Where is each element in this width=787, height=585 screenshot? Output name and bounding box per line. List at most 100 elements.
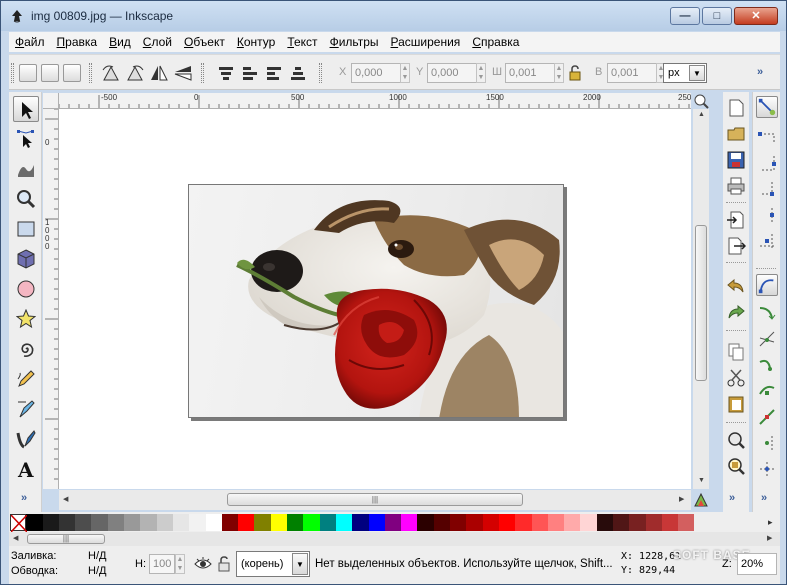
tweak-tool[interactable] [13, 156, 39, 182]
color-swatch[interactable] [580, 513, 597, 531]
zoom-field[interactable]: 20% [737, 553, 777, 575]
color-swatch[interactable] [335, 513, 353, 531]
palette-scroll-thumb[interactable]: ||| [27, 534, 105, 544]
color-swatch[interactable] [450, 513, 467, 531]
raise-to-top-icon[interactable] [217, 64, 235, 82]
vertical-scrollbar[interactable]: ▲ ▼ [693, 109, 709, 489]
lower-icon[interactable] [265, 64, 283, 82]
ellipse-tool[interactable] [13, 276, 39, 302]
undo-icon[interactable] [726, 276, 746, 296]
dog-with-rose-image[interactable] [188, 184, 564, 418]
color-swatch[interactable] [140, 513, 157, 531]
redo-icon[interactable] [726, 302, 746, 322]
lock-proportions-icon[interactable] [568, 64, 582, 82]
calligraphy-tool[interactable] [13, 426, 39, 452]
color-swatch[interactable] [254, 513, 271, 531]
menu-item[interactable]: Текст [287, 35, 317, 49]
color-swatch[interactable] [368, 513, 385, 531]
pencil-tool[interactable] [13, 366, 39, 392]
node-tool[interactable] [13, 126, 39, 152]
color-swatch[interactable] [26, 513, 43, 531]
color-swatch[interactable] [91, 513, 108, 531]
color-swatch[interactable] [401, 513, 418, 531]
3d-box-tool[interactable] [13, 246, 39, 272]
w-field[interactable]: 0,001 [505, 63, 555, 83]
color-swatch[interactable] [645, 513, 662, 531]
menu-item[interactable]: Объект [184, 35, 225, 49]
menu-item[interactable]: Контур [237, 35, 275, 49]
color-swatch[interactable] [287, 513, 304, 531]
menu-item[interactable]: Расширения [391, 35, 461, 49]
vertical-scroll-thumb[interactable] [695, 225, 707, 381]
zoom-fit-icon[interactable] [693, 93, 709, 109]
snap-bbox-edge-icon[interactable] [756, 152, 778, 174]
no-paint-swatch[interactable] [10, 513, 27, 532]
color-swatch[interactable] [270, 513, 288, 531]
color-swatch[interactable] [189, 513, 206, 531]
cms-adjust-icon[interactable] [693, 492, 709, 508]
color-swatch[interactable] [531, 513, 548, 531]
snap-bbox-center-icon[interactable] [756, 230, 778, 252]
rotate-cw-icon[interactable] [125, 64, 145, 82]
color-swatch[interactable] [547, 513, 565, 531]
rectangle-tool[interactable] [13, 216, 39, 242]
horizontal-scrollbar[interactable]: ◀ ||| ▶ [59, 490, 691, 510]
menu-item[interactable]: Слой [143, 35, 172, 49]
color-swatch[interactable] [107, 513, 125, 531]
menu-item[interactable]: Фильтры [330, 35, 379, 49]
snap-smooth-nodes-icon[interactable] [756, 354, 778, 376]
maximize-button[interactable]: □ [702, 7, 732, 25]
color-swatch[interactable] [172, 513, 190, 531]
color-swatch[interactable] [303, 513, 320, 531]
deselect-icon[interactable] [63, 64, 81, 82]
toolbar-overflow-icon[interactable]: » [757, 66, 763, 78]
scroll-right-icon[interactable]: ▶ [679, 495, 684, 503]
copy-icon[interactable] [726, 342, 746, 362]
snap-toggle-icon[interactable] [756, 96, 778, 118]
color-swatch[interactable] [417, 513, 434, 531]
color-swatch[interactable] [661, 513, 679, 531]
palette-menu-icon[interactable]: ▸ [768, 517, 784, 528]
bezier-tool[interactable] [13, 396, 39, 422]
color-swatch[interactable] [596, 513, 613, 531]
color-swatch[interactable] [156, 513, 173, 531]
fill-value[interactable]: Н/Д [88, 550, 106, 562]
snap-nodes-icon[interactable] [756, 274, 778, 296]
palette-scrollbar[interactable]: ◀ ||| ▶ [9, 532, 780, 546]
new-document-icon[interactable] [726, 98, 746, 118]
lower-to-bottom-icon[interactable] [289, 64, 307, 82]
snap-bbox-midpoint-icon[interactable] [756, 204, 778, 226]
export-icon[interactable] [726, 236, 746, 256]
scroll-down-icon[interactable]: ▼ [698, 477, 705, 484]
color-swatch[interactable] [433, 513, 451, 531]
menu-item[interactable]: Справка [472, 35, 519, 49]
color-swatch[interactable] [221, 513, 239, 531]
snap-object-centers-icon[interactable] [756, 406, 778, 428]
opacity-spinner[interactable]: ▲ ▼ [175, 554, 185, 574]
drawing-canvas[interactable] [59, 109, 691, 489]
toolbar-grip[interactable] [11, 63, 14, 83]
color-swatch[interactable] [384, 513, 402, 531]
layer-lock-icon[interactable] [217, 555, 231, 573]
color-swatch[interactable] [238, 513, 255, 531]
color-swatch[interactable] [498, 513, 516, 531]
snap-intersection-icon[interactable] [756, 328, 778, 350]
flip-horizontal-icon[interactable] [149, 64, 169, 82]
color-swatch[interactable] [58, 513, 76, 531]
h-field[interactable]: 0,001 [607, 63, 657, 83]
scroll-left-icon[interactable]: ◀ [13, 534, 18, 542]
cut-icon[interactable] [726, 368, 746, 388]
save-icon[interactable] [726, 150, 746, 170]
selector-tool[interactable] [13, 96, 39, 122]
color-swatch[interactable] [678, 513, 695, 531]
zoom-selection-icon[interactable] [726, 430, 746, 450]
color-swatch[interactable] [42, 513, 59, 531]
commands-overflow-icon[interactable]: » [729, 492, 735, 504]
rotate-ccw-icon[interactable] [101, 64, 121, 82]
close-button[interactable]: ✕ [734, 7, 778, 25]
color-swatch[interactable] [482, 513, 499, 531]
layer-visibility-eye-icon[interactable] [194, 556, 212, 572]
opacity-field[interactable]: 100 [149, 554, 175, 574]
minimize-button[interactable]: — [670, 7, 700, 25]
star-tool[interactable] [13, 306, 39, 332]
